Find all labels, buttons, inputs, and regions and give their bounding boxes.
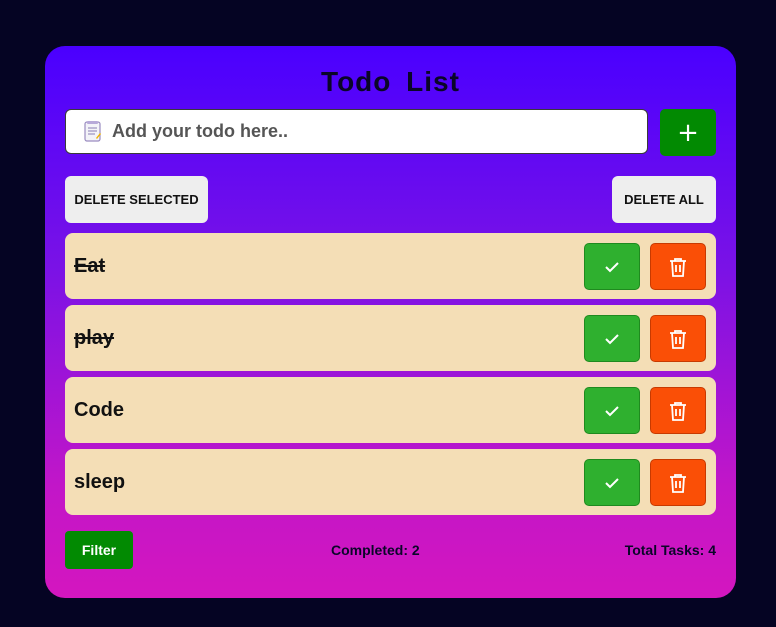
todo-list: Eat play Code sleep xyxy=(65,233,716,521)
todo-input-container[interactable] xyxy=(65,109,648,154)
todo-item: play xyxy=(65,305,716,371)
delete-all-button[interactable]: DELETE ALL xyxy=(612,176,716,223)
trash-icon xyxy=(670,401,686,421)
todo-item-text: sleep xyxy=(74,471,126,493)
complete-button[interactable] xyxy=(584,315,640,362)
checkmark-icon xyxy=(605,261,619,272)
delete-todo-button[interactable] xyxy=(650,387,706,434)
complete-button[interactable] xyxy=(584,387,640,434)
checkmark-icon xyxy=(605,477,619,488)
completed-count: Completed: 2 xyxy=(331,542,420,558)
notepad-icon xyxy=(84,121,101,142)
complete-button[interactable] xyxy=(584,459,640,506)
trash-icon xyxy=(670,257,686,277)
todo-item: sleep xyxy=(65,449,716,515)
app-title: Todo List xyxy=(321,66,460,97)
checkmark-icon xyxy=(605,333,619,344)
filter-button[interactable]: Filter xyxy=(65,531,133,569)
delete-selected-button[interactable]: DELETE SELECTED xyxy=(65,176,208,223)
delete-todo-button[interactable] xyxy=(650,459,706,506)
todo-item-text: Code xyxy=(74,399,124,421)
add-todo-button[interactable]: + xyxy=(660,109,716,156)
total-tasks-count: Total Tasks: 4 xyxy=(624,542,716,558)
todo-item: Eat xyxy=(65,233,716,299)
delete-todo-button[interactable] xyxy=(650,243,706,290)
trash-icon xyxy=(670,329,686,349)
todo-input[interactable] xyxy=(112,118,632,144)
trash-icon xyxy=(670,473,686,493)
delete-todo-button[interactable] xyxy=(650,315,706,362)
todo-item-text: play xyxy=(74,327,115,349)
complete-button[interactable] xyxy=(584,243,640,290)
checkmark-icon xyxy=(605,405,619,416)
todo-item: Code xyxy=(65,377,716,443)
todo-item-text: Eat xyxy=(74,255,106,277)
footer: Filter Completed: 2 Total Tasks: 4 xyxy=(65,531,716,569)
todo-card: Todo List + DELETE SELECTED DELETE ALL E… xyxy=(45,46,736,598)
